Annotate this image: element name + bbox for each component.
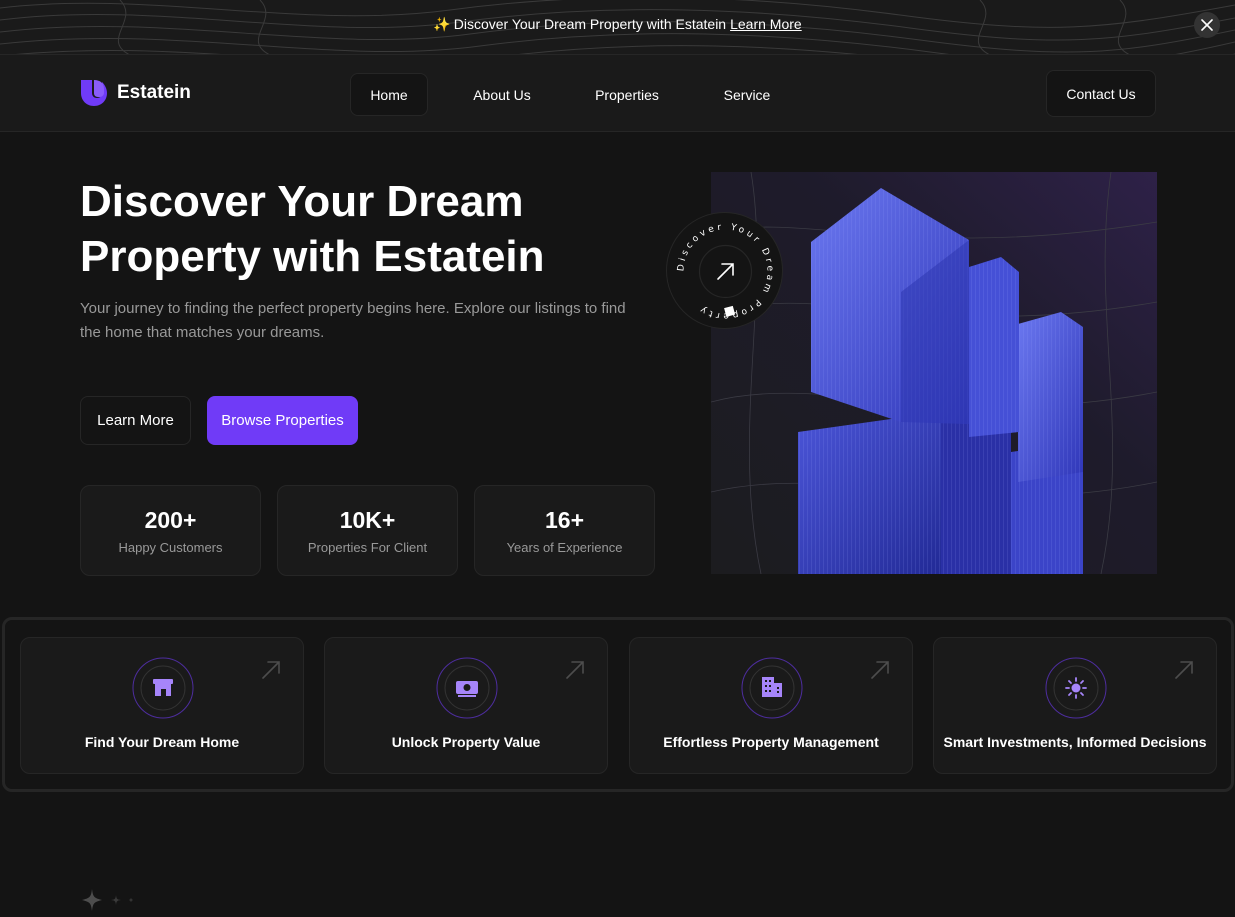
features-section: Find Your Dream Home Unlock Property Val… [2, 617, 1234, 792]
discover-badge[interactable]: Discover Your Dream Property [666, 212, 783, 329]
arrow-up-right-icon [871, 661, 889, 679]
stat-label: Happy Customers [118, 540, 223, 555]
arrow-up-right-icon [1175, 661, 1193, 679]
close-icon [1201, 19, 1213, 31]
feature-label: Unlock Property Value [391, 734, 541, 750]
stat-label: Years of Experience [506, 540, 623, 555]
announcement-learn-more-link[interactable]: Learn More [730, 16, 802, 32]
feature-label: Find Your Dream Home [84, 734, 240, 750]
stat-value: 200+ [144, 507, 197, 533]
sparkles-icon [82, 889, 133, 911]
nav-properties[interactable]: Properties [576, 73, 678, 116]
money-icon [436, 657, 498, 719]
stat-card: 16+ Years of Experience [474, 485, 655, 576]
feature-card-find-home[interactable]: Find Your Dream Home [20, 637, 304, 774]
learn-more-button[interactable]: Learn More [80, 396, 191, 445]
arrow-up-right-icon [566, 661, 584, 679]
hero-title: Discover Your Dream Property with Estate… [80, 174, 600, 284]
sun-icon [1045, 657, 1107, 719]
stat-value: 16+ [544, 507, 584, 533]
feature-label: Smart Investments, Informed Decisions [943, 734, 1207, 750]
feature-card-smart-investments[interactable]: Smart Investments, Informed Decisions [933, 637, 1217, 774]
hero-title-line2: Property with Estatein [80, 232, 545, 281]
stat-card: 200+ Happy Customers [80, 485, 261, 576]
nav-about-us[interactable]: About Us [428, 73, 576, 116]
rotating-text-badge-icon: Discover Your Dream Property [676, 222, 771, 320]
nav-home[interactable]: Home [350, 73, 428, 116]
announcement-text: ✨ Discover Your Dream Property with Estat… [0, 16, 1235, 33]
announcement-message: Discover Your Dream Property with Estate… [453, 16, 727, 32]
hero-subtitle: Your journey to finding the perfect prop… [80, 300, 626, 341]
hero-title-line1: Discover Your Dream [80, 177, 524, 226]
home-store-icon [132, 657, 194, 719]
brand-logo[interactable]: Estatein [80, 79, 191, 107]
nav-links: Home About Us Properties Service [350, 73, 816, 116]
contact-us-button[interactable]: Contact Us [1046, 70, 1156, 117]
browse-properties-button[interactable]: Browse Properties [207, 396, 358, 445]
building-icon [741, 657, 803, 719]
logo-icon [81, 80, 107, 106]
nav-service[interactable]: Service [678, 73, 816, 116]
feature-label: Effortless Property Management [663, 734, 879, 750]
arrow-up-right-icon [262, 661, 280, 679]
feature-card-property-management[interactable]: Effortless Property Management [629, 637, 913, 774]
sparkle-icon: ✨ [433, 16, 451, 32]
stat-value: 10K+ [339, 507, 396, 533]
stat-card: 10K+ Properties For Client [277, 485, 458, 576]
brand-name: Estatein [117, 82, 191, 103]
main-nav: Estatein Home About Us Properties Servic… [0, 55, 1235, 132]
stat-label: Properties For Client [307, 540, 428, 555]
announcement-bar: ✨ Discover Your Dream Property with Estat… [0, 0, 1235, 55]
feature-card-unlock-value[interactable]: Unlock Property Value [324, 637, 608, 774]
announcement-close-button[interactable] [1194, 12, 1220, 38]
